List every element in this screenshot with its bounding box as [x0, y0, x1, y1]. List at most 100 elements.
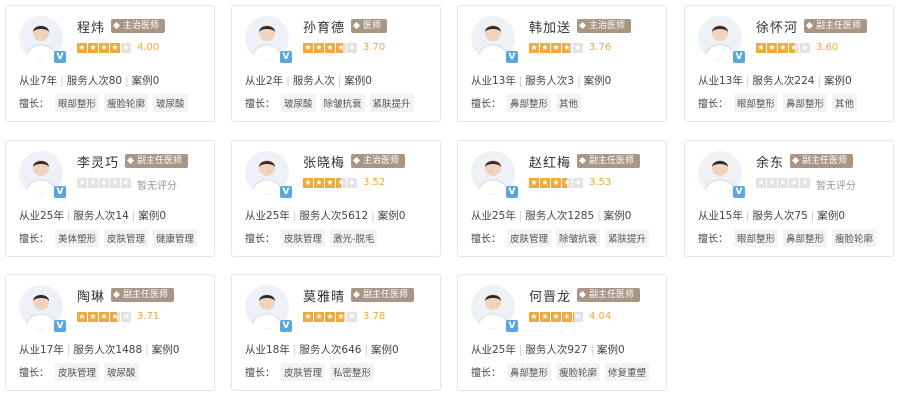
doctor-stats: 从业15年 | 服务人次75 | 案例0: [698, 208, 845, 223]
specialty-tag[interactable]: 除皱抗衰: [556, 229, 601, 247]
doctor-stats: 从业7年 | 服务人次80 | 案例0: [19, 73, 159, 88]
star-icon: ★: [88, 43, 98, 53]
star-glyph: ★: [326, 312, 334, 321]
verified-badge-icon: V: [280, 320, 292, 332]
doctor-name[interactable]: 徐怀河: [756, 17, 798, 36]
specialty-tag[interactable]: 皮肤管理: [507, 229, 552, 247]
specialty-tag[interactable]: 其他: [556, 94, 582, 112]
star-glyph: ★: [563, 178, 571, 187]
star-icon: ★: [88, 178, 98, 188]
served-count: 服务人次75: [752, 210, 808, 222]
doctor-card[interactable]: V 程炜 主治医师 ★ ★ ★ ★ ★ 4.00 从业7年 | 服务人次80 | 案例0 擅长： 眼部整形 瘦脸…: [5, 5, 215, 122]
specialty-tag[interactable]: 私密整形: [330, 363, 375, 381]
doctor-stats: 从业18年 | 服务人次646 | 案例0: [245, 342, 399, 357]
star-icon: ★: [99, 178, 109, 188]
star-icon: ★: [110, 43, 120, 53]
doctor-name[interactable]: 余东: [756, 152, 784, 171]
specialty-tag[interactable]: 紧肤提升: [369, 94, 414, 112]
specialty-label: 擅长：: [698, 99, 728, 110]
specialty-tag[interactable]: 鼻部整形: [507, 363, 552, 381]
star-icon: ★: [529, 178, 539, 188]
specialty-tag[interactable]: 皮肤管理: [281, 363, 326, 381]
diamond-icon: [578, 21, 587, 30]
star-icon: ★: [540, 312, 550, 322]
specialty-tag[interactable]: 除皱抗衰: [320, 94, 365, 112]
star-icon: ★: [314, 312, 324, 322]
star-icon: ★: [347, 43, 357, 53]
doctor-name[interactable]: 孙育德: [303, 17, 345, 36]
rating-value: 4.00: [137, 42, 160, 53]
doctor-card[interactable]: V 余东 副主任医师 ★ ★ ★ ★ ★ 暂无评分 从业15年 | 服务人次75 | 案例0 擅长： 眼部整形…: [684, 140, 894, 257]
doctor-title-badge: 主治医师: [577, 19, 632, 33]
specialty-tag[interactable]: 鼻部整形: [783, 229, 828, 247]
specialty-tag[interactable]: 皮肤管理: [104, 229, 149, 247]
specialty-tag[interactable]: 鼻部整形: [507, 94, 552, 112]
star-glyph: ★: [348, 178, 356, 187]
specialty-tag[interactable]: 瘦脸轮廓: [556, 363, 601, 381]
specialty-tag[interactable]: 玻尿酸: [153, 94, 188, 112]
star-icon: ★: [551, 43, 561, 53]
divider: |: [810, 210, 815, 222]
doctor-card[interactable]: V 徐怀河 副主任医师 ★ ★ ★ ★ ★ 3.60 从业13年 | 服务人次224 | 案例0 擅长： 眼部…: [684, 5, 894, 122]
doctor-card[interactable]: V 张晓梅 主治医师 ★ ★ ★ ★ ★ 3.52 从业25年 | 服务人次5612 | 案例0 擅长： 皮肤…: [231, 140, 441, 257]
doctor-card[interactable]: V 莫雅晴 副主任医师 ★ ★ ★ ★ ★ 3.78 从业18年 | 服务人次646 | 案例0 擅长： 皮肤…: [231, 274, 441, 391]
doctor-card[interactable]: V 李灵巧 副主任医师 ★ ★ ★ ★ ★ 暂无评分 从业25年 | 服务人次14 | 案例0 擅长： 美体塑…: [5, 140, 215, 257]
doctor-title-badge: 医师: [351, 19, 388, 33]
specialty-label: 擅长：: [19, 234, 49, 245]
doctor-card[interactable]: V 陶琳 副主任医师 ★ ★ ★ ★ ★ 3.71 从业17年 | 服务人次1488 | 案例0 擅长： 皮肤…: [5, 274, 215, 391]
doctor-stats: 从业2年 | 服务人次 | 案例0: [245, 73, 372, 88]
doctor-card[interactable]: V 孙育德 医师 ★ ★ ★ ★ ★ 3.70 从业2年 | 服务人次 | 案例0 擅长： 玻尿酸 除皱抗衰 紧肤…: [231, 5, 441, 122]
specialty-tag[interactable]: 美体塑形: [55, 229, 100, 247]
star-glyph: ★: [574, 43, 582, 52]
doctor-name[interactable]: 韩加送: [529, 17, 571, 36]
star-glyph: ★: [574, 178, 582, 187]
star-icon: ★: [800, 43, 810, 53]
star-glyph: ★: [530, 43, 538, 52]
star-icon: ★: [121, 312, 131, 322]
doctor-name[interactable]: 赵红梅: [529, 152, 571, 171]
doctor-name[interactable]: 何晋龙: [529, 286, 571, 305]
specialty-row: 擅长： 鼻部整形 瘦脸轮廓 修复重塑: [471, 363, 654, 381]
divider: |: [745, 210, 750, 222]
doctor-stats: 从业25年 | 服务人次1285 | 案例0: [471, 208, 631, 223]
star-icon: ★: [573, 43, 583, 53]
star-glyph: ★: [768, 178, 776, 187]
doctor-name[interactable]: 张晓梅: [303, 152, 345, 171]
rating-stars: ★ ★ ★ ★ ★: [756, 178, 811, 189]
specialty-tag[interactable]: 鼻部整形: [783, 94, 828, 112]
specialty-tag[interactable]: 健康管理: [153, 229, 198, 247]
star-icon: ★: [756, 178, 766, 188]
doctor-name[interactable]: 程炜: [77, 17, 105, 36]
specialty-tag[interactable]: 瘦脸轮廓: [104, 94, 149, 112]
specialty-tag[interactable]: 皮肤管理: [55, 363, 100, 381]
specialty-tag[interactable]: 皮肤管理: [281, 229, 326, 247]
doctor-name[interactable]: 莫雅晴: [303, 286, 345, 305]
specialty-tag[interactable]: 修复重塑: [605, 363, 650, 381]
specialty-tag[interactable]: 激光-脱毛: [330, 229, 378, 247]
star-glyph: ★: [89, 43, 97, 52]
star-glyph: ★: [779, 178, 787, 187]
specialty-tag[interactable]: 玻尿酸: [104, 363, 139, 381]
diamond-icon: [352, 21, 361, 30]
divider: |: [518, 75, 523, 87]
doctor-card[interactable]: V 何晋龙 副主任医师 ★ ★ ★ ★ ★ 4.04 从业25年 | 服务人次927 | 案例0 擅长： 鼻部…: [457, 274, 667, 391]
specialty-tag[interactable]: 瘦脸轮廓: [832, 229, 877, 247]
doctor-stats: 从业13年 | 服务人次224 | 案例0: [698, 73, 852, 88]
star-glyph: ★: [111, 178, 119, 187]
specialty-tag[interactable]: 其他: [832, 94, 858, 112]
specialty-tag[interactable]: 眼部整形: [734, 94, 779, 112]
doctor-card[interactable]: V 韩加送 主治医师 ★ ★ ★ ★ ★ 3.76 从业13年 | 服务人次3 | 案例0 擅长： 鼻部整形其…: [457, 5, 667, 122]
specialty-tag[interactable]: 眼部整形: [55, 94, 100, 112]
star-glyph: ★: [89, 312, 97, 321]
rating-value: 暂无评分: [816, 181, 856, 192]
star-glyph: ★: [315, 178, 323, 187]
doctor-name[interactable]: 陶琳: [77, 286, 105, 305]
star-glyph: ★: [100, 178, 108, 187]
star-glyph: ★: [552, 312, 560, 321]
doctor-card[interactable]: V 赵红梅 副主任医师 ★ ★ ★ ★ ★ 3.53 从业25年 | 服务人次1285 | 案例0 擅长：皮…: [457, 140, 667, 257]
specialty-tag[interactable]: 玻尿酸: [281, 94, 316, 112]
diamond-icon: [578, 156, 587, 165]
doctor-name[interactable]: 李灵巧: [77, 152, 119, 171]
specialty-tag[interactable]: 眼部整形: [734, 229, 779, 247]
specialty-tag[interactable]: 紧肤提升: [605, 229, 650, 247]
